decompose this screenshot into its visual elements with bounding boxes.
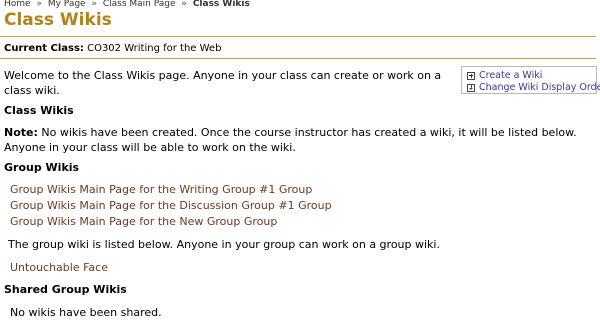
class-wikis-page: Home » My Page » Class Main Page » Class… — [0, 0, 600, 325]
current-class-divider — [0, 58, 596, 59]
current-class: Current Class: CO302 Writing for the Web — [4, 42, 221, 56]
welcome-text: Welcome to the Class Wikis page. Anyone … — [4, 69, 442, 97]
group-wiki-main-page-link[interactable]: Group Wikis Main Page for the New Group … — [10, 215, 277, 229]
shared-wikis-empty-text: No wikis have been shared. — [10, 306, 162, 319]
group-wiki-main-page-link[interactable]: Group Wikis Main Page for the Writing Gr… — [10, 183, 312, 197]
create-wiki-link[interactable]: Create a Wiki — [467, 70, 542, 81]
group-wikis-heading: Group Wikis — [4, 161, 80, 174]
breadcrumb-separator: » — [181, 0, 187, 9]
create-wiki-label: Create a Wiki — [479, 70, 543, 81]
note-label: Note: — [4, 126, 38, 139]
change-wiki-order-link[interactable]: Change Wiki Display Order — [467, 82, 600, 93]
title-divider — [0, 36, 596, 37]
current-class-label: Current Class: — [4, 43, 84, 54]
note-text: No wikis have been created. Once the cou… — [4, 126, 577, 154]
breadcrumb: Home » My Page » Class Main Page » Class… — [4, 0, 250, 10]
breadcrumb-my-page-link[interactable]: My Page — [48, 0, 86, 9]
breadcrumb-separator: » — [36, 0, 42, 9]
breadcrumb-class-main-page-link[interactable]: Class Main Page — [103, 0, 176, 9]
change-wiki-order-label: Change Wiki Display Order — [479, 82, 600, 93]
group-wiki-main-page-link[interactable]: Group Wikis Main Page for the Discussion… — [10, 199, 332, 213]
group-wiki-info-text: The group wiki is listed below. Anyone i… — [8, 238, 440, 251]
sort-order-icon — [467, 83, 475, 92]
breadcrumb-separator: » — [91, 0, 97, 9]
class-wikis-note: Note: No wikis have been created. Once t… — [4, 125, 594, 155]
breadcrumb-current: Class Wikis — [192, 0, 250, 9]
page-title: Class Wikis — [4, 10, 112, 30]
group-wiki-link-untouchable-face[interactable]: Untouchable Face — [10, 261, 108, 275]
breadcrumb-home-link[interactable]: Home — [4, 0, 31, 9]
wiki-actions-box: Create a Wiki Change Wiki Display Order — [461, 66, 600, 94]
current-class-value: CO302 Writing for the Web — [87, 43, 222, 54]
plus-icon — [467, 71, 475, 80]
shared-group-wikis-heading: Shared Group Wikis — [4, 283, 127, 296]
class-wikis-heading: Class Wikis — [4, 104, 74, 117]
